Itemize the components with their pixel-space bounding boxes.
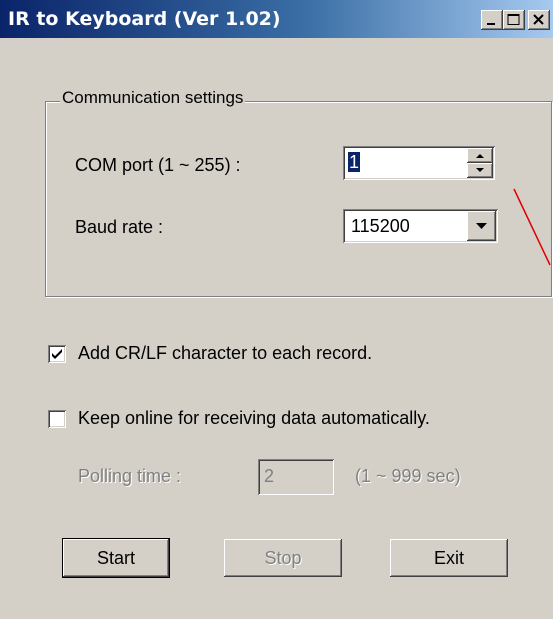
minimize-icon (487, 23, 495, 25)
baud-rate-value: 115200 (351, 216, 410, 236)
baud-rate-label: Baud rate : (75, 217, 164, 237)
chevron-down-icon (476, 223, 487, 229)
stop-button[interactable]: Stop (224, 539, 342, 577)
title-bar[interactable]: IR to Keyboard (Ver 1.02) (0, 0, 553, 38)
polling-time-label: Polling time : (78, 466, 182, 486)
checkmark-icon (52, 349, 62, 359)
com-port-spinner[interactable]: 1 (343, 146, 495, 180)
add-crlf-checkbox[interactable] (48, 345, 66, 363)
keep-online-label[interactable]: Keep online for receiving data automatic… (78, 408, 430, 429)
annotation-line (513, 188, 551, 266)
polling-range-label: (1 ~ 999 sec) (355, 466, 461, 486)
com-port-label: COM port (1 ~ 255) : (75, 155, 241, 175)
close-button[interactable] (528, 10, 550, 30)
arrow-up-icon (476, 154, 484, 158)
keep-online-checkbox[interactable] (48, 410, 66, 428)
baud-rate-select[interactable]: 115200 (343, 209, 498, 243)
minimize-button[interactable] (481, 10, 503, 30)
window-title: IR to Keyboard (Ver 1.02) (8, 8, 281, 30)
spin-down-button[interactable] (467, 163, 493, 178)
start-button[interactable]: Start (62, 538, 170, 578)
add-crlf-label[interactable]: Add CR/LF character to each record. (78, 343, 372, 364)
dropdown-button[interactable] (467, 211, 496, 241)
close-icon (533, 14, 544, 25)
polling-time-value: 2 (264, 466, 275, 486)
polling-time-input[interactable]: 2 (258, 459, 334, 495)
com-port-value[interactable]: 1 (348, 152, 361, 173)
exit-button[interactable]: Exit (390, 539, 508, 577)
maximize-button[interactable] (503, 10, 525, 30)
arrow-down-icon (476, 168, 484, 172)
communication-settings-group (45, 101, 552, 297)
dialog-window: IR to Keyboard (Ver 1.02) Communication … (0, 0, 553, 619)
group-label: Communication settings (60, 88, 246, 108)
spin-up-button[interactable] (467, 148, 493, 163)
maximize-icon (507, 14, 520, 25)
